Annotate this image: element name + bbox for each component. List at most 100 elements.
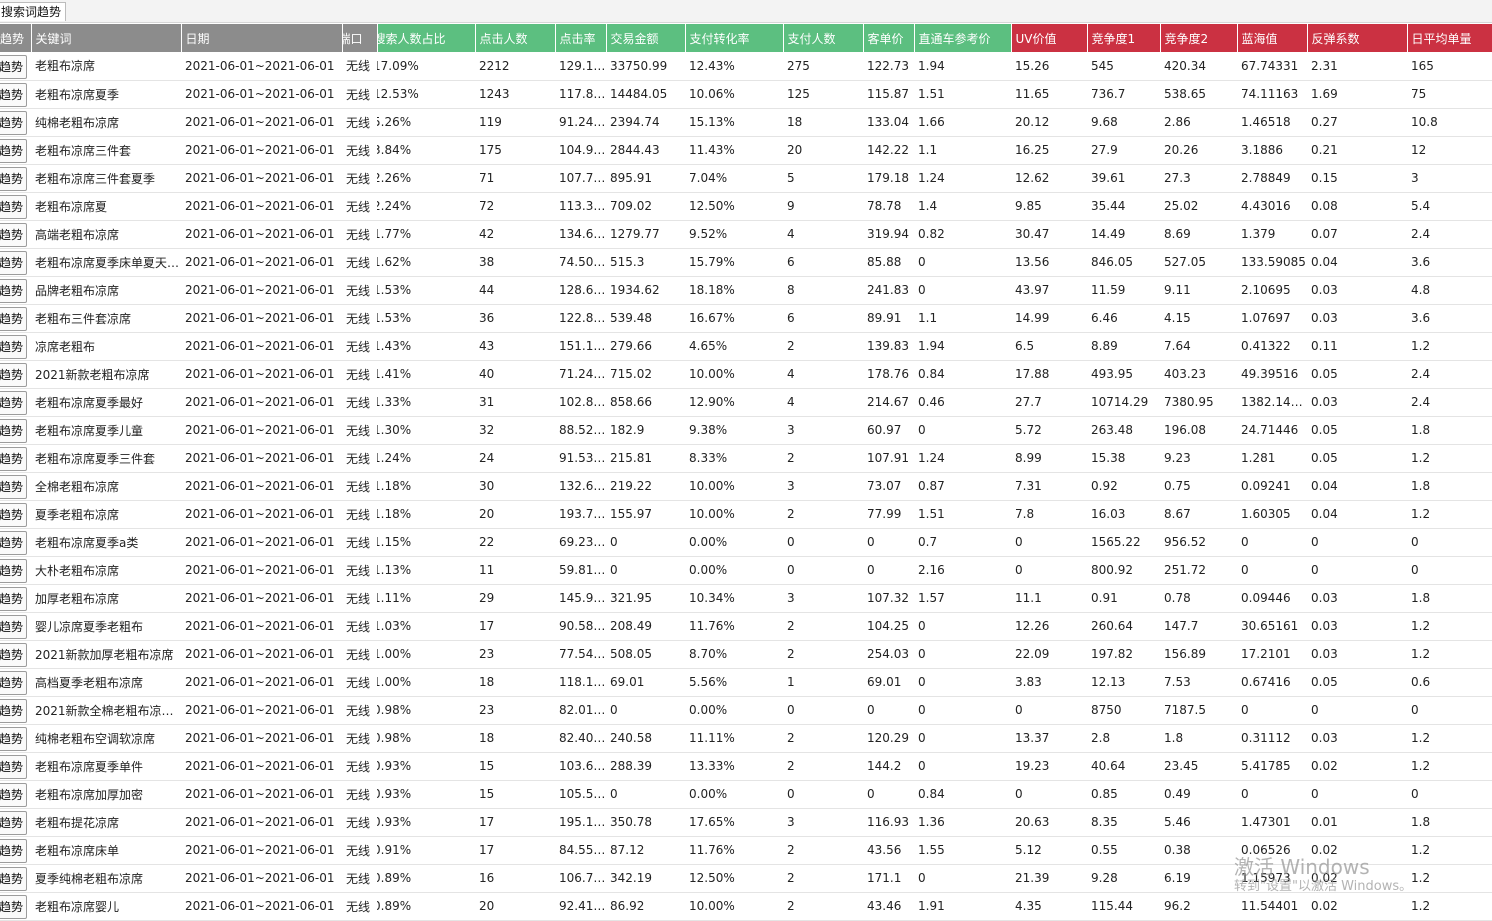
trend-button[interactable]: 趋势 xyxy=(0,195,27,219)
header-trend[interactable]: 趋势 xyxy=(0,24,32,52)
trend-button[interactable]: 趋势 xyxy=(0,839,27,863)
cell-uv-value: 16.25 xyxy=(1011,136,1087,165)
cell-payers: 0 xyxy=(783,780,863,809)
trend-button[interactable]: 趋势 xyxy=(0,699,27,723)
header-payers[interactable]: 支付人数 xyxy=(783,24,864,52)
cell-rebound: 0.05 xyxy=(1307,668,1407,697)
trend-button[interactable]: 趋势 xyxy=(0,307,27,331)
cell-keyword: 高档夏季老粗布凉席 xyxy=(31,668,181,697)
trend-button[interactable]: 趋势 xyxy=(0,867,27,891)
header-blue-ocean[interactable]: 蓝海值 xyxy=(1237,24,1308,52)
header-clicks[interactable]: 点击人数 xyxy=(475,24,556,52)
header-daily-avg-orders[interactable]: 日平均单量 xyxy=(1407,24,1492,52)
trend-button[interactable]: 趋势 xyxy=(0,783,27,807)
cell-keyword: 全棉老粗布凉席 xyxy=(31,472,181,501)
trend-button[interactable]: 趋势 xyxy=(0,223,27,247)
cell-blue-ocean: 49.39516 xyxy=(1237,360,1307,389)
trend-button[interactable]: 趋势 xyxy=(0,755,27,779)
trend-button[interactable]: 趋势 xyxy=(0,559,27,583)
header-port[interactable]: 端口 xyxy=(342,24,378,52)
trend-button[interactable]: 趋势 xyxy=(0,811,27,835)
trend-button[interactable]: 趋势 xyxy=(0,727,27,751)
cell-daily-avg-orders: 12 xyxy=(1407,136,1492,165)
cell-daily-avg-orders: 2.4 xyxy=(1407,220,1492,249)
cell-rebound: 0.05 xyxy=(1307,444,1407,473)
cell-competition-2: 0.78 xyxy=(1160,584,1237,613)
trend-button[interactable]: 趋势 xyxy=(0,503,27,527)
cell-clicks: 72 xyxy=(475,192,555,221)
cell-rebound: 0.03 xyxy=(1307,724,1407,753)
cell-pay-conversion: 8.70% xyxy=(685,640,783,669)
cell-port: 无线 xyxy=(342,780,377,809)
cell-trade-amount: 155.97 xyxy=(606,500,685,529)
cell-search-share: 1.00% xyxy=(377,640,475,669)
cell-port: 无线 xyxy=(342,52,377,81)
trend-button[interactable]: 趋势 xyxy=(0,531,27,555)
trend-button[interactable]: 趋势 xyxy=(0,587,27,611)
cell-blue-ocean: 74.11163 xyxy=(1237,80,1307,109)
trend-button[interactable]: 趋势 xyxy=(0,615,27,639)
cell-trade-amount: 288.39 xyxy=(606,752,685,781)
header-date[interactable]: 日期 xyxy=(181,24,343,52)
header-keyword[interactable]: 关键词 xyxy=(31,24,182,52)
trend-button[interactable]: 趋势 xyxy=(0,139,27,163)
tab-search-trend[interactable]: 搜索词趋势 xyxy=(0,2,67,21)
header-competition-2[interactable]: 竞争度2 xyxy=(1160,24,1238,52)
cell-daily-avg-orders: 10.8 xyxy=(1407,108,1492,137)
trend-button[interactable]: 趋势 xyxy=(0,895,27,919)
trend-button[interactable]: 趋势 xyxy=(0,363,27,387)
cell-blue-ocean: 3.1886 xyxy=(1237,136,1307,165)
header-competition-1[interactable]: 竞争度1 xyxy=(1087,24,1161,52)
cell-uv-value: 11.65 xyxy=(1011,80,1087,109)
cell-ztc-ref-price: 1.4 xyxy=(914,192,1011,221)
header-trade-amount[interactable]: 交易金额 xyxy=(606,24,686,52)
cell-pay-conversion: 10.34% xyxy=(685,584,783,613)
header-ztc-ref-price[interactable]: 直通车参考价 xyxy=(914,24,1012,52)
header-search-share[interactable]: 搜索人数占比 xyxy=(377,24,476,52)
cell-uv-value: 0 xyxy=(1011,696,1087,725)
header-ctr[interactable]: 点击率 xyxy=(555,24,607,52)
cell-pay-conversion: 11.11% xyxy=(685,724,783,753)
trend-button[interactable]: 趋势 xyxy=(0,335,27,359)
cell-blue-ocean: 1.15973 xyxy=(1237,864,1307,893)
cell-search-share: 1.18% xyxy=(377,472,475,501)
table-row: 趋势凉席老粗布2021-06-01~2021-06-01无线1.43%43151… xyxy=(0,332,1492,361)
trend-button[interactable]: 趋势 xyxy=(0,475,27,499)
cell-keyword: 2021新款老粗布凉席 xyxy=(31,360,181,389)
cell-uv-value: 20.63 xyxy=(1011,808,1087,837)
header-avg-order-value[interactable]: 客单价 xyxy=(863,24,915,52)
header-uv-value[interactable]: UV价值 xyxy=(1011,24,1088,52)
trend-button[interactable]: 趋势 xyxy=(0,111,27,135)
cell-clicks: 43 xyxy=(475,332,555,361)
cell-competition-2: 196.08 xyxy=(1160,416,1237,445)
cell-pay-conversion: 11.43% xyxy=(685,136,783,165)
cell-date: 2021-06-01~2021-06-01 xyxy=(181,640,342,669)
trend-button[interactable]: 趋势 xyxy=(0,671,27,695)
cell-avg-order-value: 115.87 xyxy=(863,80,914,109)
cell-competition-1: 8750 xyxy=(1087,696,1160,725)
cell-ctr: 193.7… xyxy=(555,500,606,529)
cell-competition-1: 197.82 xyxy=(1087,640,1160,669)
trend-button[interactable]: 趋势 xyxy=(0,279,27,303)
cell-search-share: 1.24% xyxy=(377,444,475,473)
header-pay-conversion[interactable]: 支付转化率 xyxy=(685,24,784,52)
cell-payers: 20 xyxy=(783,136,863,165)
cell-competition-1: 736.7 xyxy=(1087,80,1160,109)
trend-button[interactable]: 趋势 xyxy=(0,54,27,79)
trend-button[interactable]: 趋势 xyxy=(0,83,27,107)
trend-cell: 趋势 xyxy=(0,500,31,529)
trend-button[interactable]: 趋势 xyxy=(0,391,27,415)
cell-date: 2021-06-01~2021-06-01 xyxy=(181,808,342,837)
trend-button[interactable]: 趋势 xyxy=(0,447,27,471)
cell-trade-amount: 2844.43 xyxy=(606,136,685,165)
trend-button[interactable]: 趋势 xyxy=(0,167,27,191)
cell-pay-conversion: 0.00% xyxy=(685,696,783,725)
trend-button[interactable]: 趋势 xyxy=(0,419,27,443)
cell-daily-avg-orders: 1.2 xyxy=(1407,724,1492,753)
trend-button[interactable]: 趋势 xyxy=(0,251,27,275)
cell-uv-value: 30.47 xyxy=(1011,220,1087,249)
header-rebound[interactable]: 反弹系数 xyxy=(1307,24,1408,52)
trend-button[interactable]: 趋势 xyxy=(0,643,27,667)
cell-port: 无线 xyxy=(342,612,377,641)
cell-ztc-ref-price: 1.36 xyxy=(914,808,1011,837)
